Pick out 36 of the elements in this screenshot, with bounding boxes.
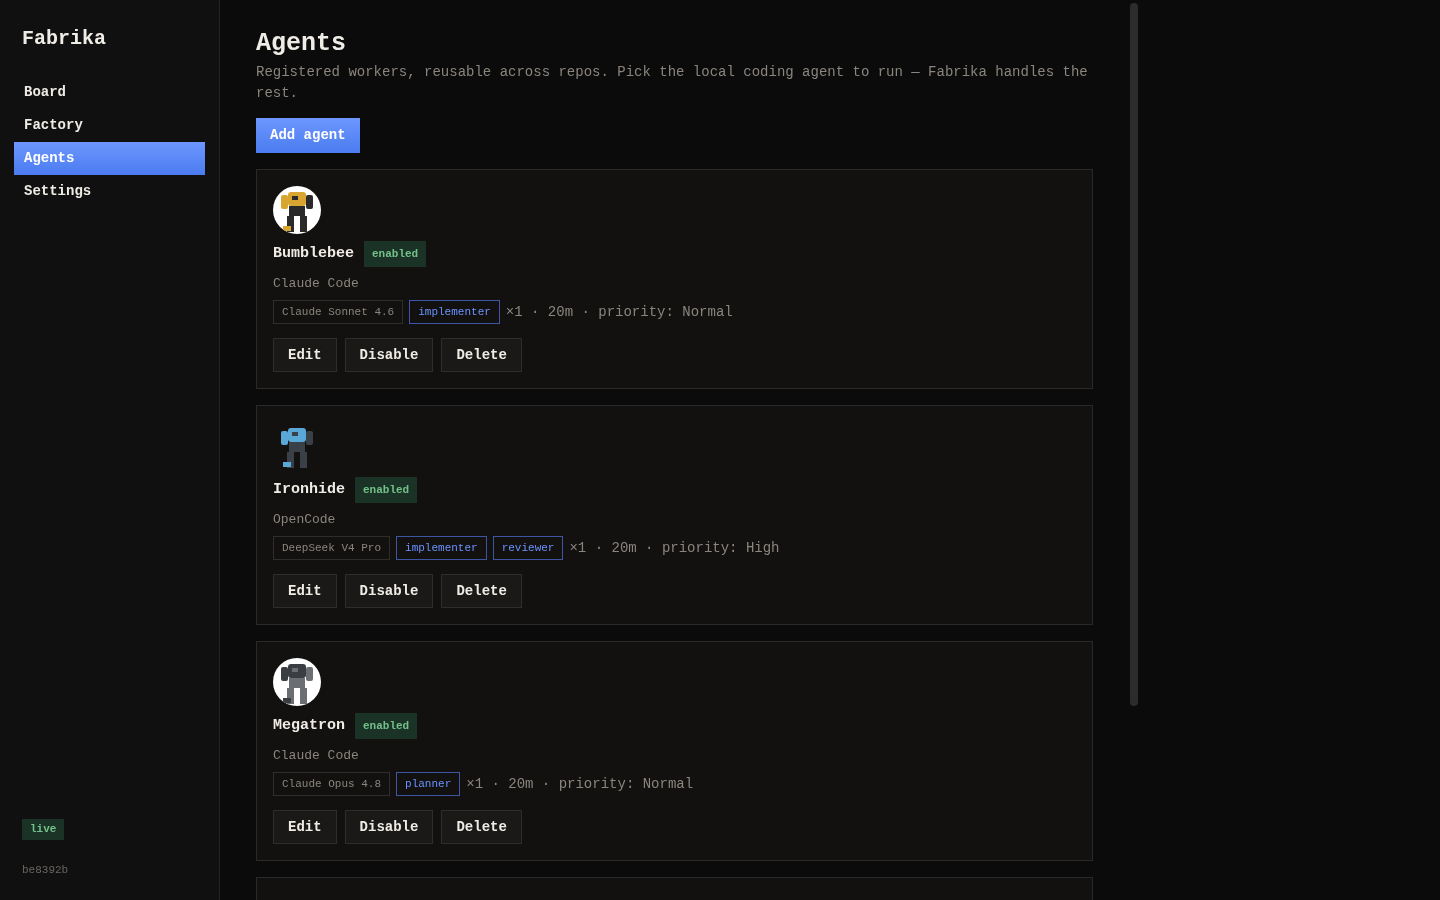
action-button[interactable]: Disable	[344, 574, 434, 608]
live-badge: live	[22, 819, 65, 840]
nav-item[interactable]: Factory	[14, 109, 205, 142]
nav-item[interactable]: Board	[14, 76, 205, 109]
agent-name: Bumblebee	[273, 244, 354, 264]
runtime-label: Claude Code	[273, 275, 360, 293]
nav-item[interactable]: Settings	[14, 175, 205, 208]
status-badge: enabled	[355, 477, 418, 503]
agent-name: Megatron	[273, 716, 345, 736]
model-tag: Claude Sonnet 4.6	[273, 300, 404, 324]
runtime-label: OpenCode	[273, 511, 337, 529]
page-title: Agents	[256, 30, 347, 58]
model-tag: DeepSeek V4 Pro	[273, 536, 391, 560]
action-button[interactable]: Edit	[273, 338, 337, 372]
action-button[interactable]: Edit	[273, 810, 337, 844]
action-button[interactable]: Delete	[441, 338, 522, 372]
role-tag: implementer	[396, 536, 487, 560]
agent-name: Ironhide	[273, 480, 345, 500]
action-button[interactable]: Edit	[273, 574, 337, 608]
agent-meta: ×1 · 20m · priority: High	[569, 540, 780, 556]
model-tag: Claude Opus 4.8	[273, 772, 391, 796]
role-tag: implementer	[409, 300, 500, 324]
version-label: be8392b	[22, 862, 70, 878]
page-description: Registered workers, reusable across repos. Pick the local coding agent to run — Fabrika handles the rest.	[256, 63, 1089, 103]
runtime-label: Claude Code	[273, 747, 360, 765]
status-badge: enabled	[364, 241, 427, 267]
action-button[interactable]: Disable	[344, 338, 434, 372]
action-button[interactable]: Disable	[344, 810, 434, 844]
brand-title: Fabrika	[21, 26, 107, 52]
role-tag: reviewer	[492, 536, 564, 560]
action-button[interactable]: Delete	[441, 574, 522, 608]
status-badge: enabled	[355, 713, 418, 739]
action-button[interactable]: Delete	[441, 810, 522, 844]
agent-meta: ×1 · 20m · priority: Normal	[505, 304, 733, 320]
role-tag: planner	[396, 772, 461, 796]
agent-meta: ×1 · 20m · priority: Normal	[466, 776, 694, 792]
